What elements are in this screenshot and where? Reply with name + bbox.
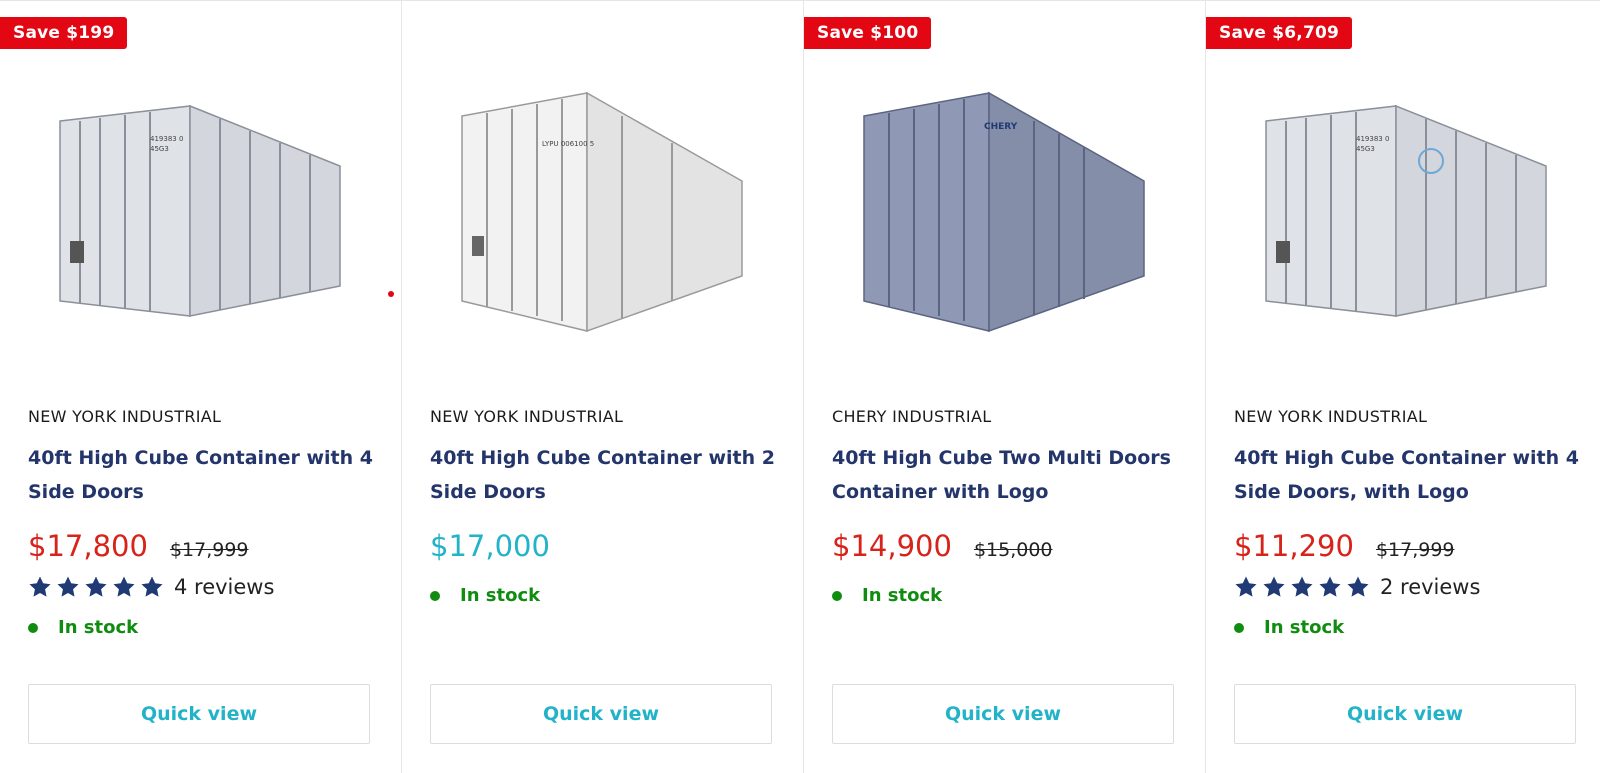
container-image: 419383 0 45G3 <box>1265 104 1547 317</box>
rating-stars <box>1234 575 1370 599</box>
star-icon <box>1235 576 1257 597</box>
container-image: 419383 0 45G3 <box>59 104 341 317</box>
save-badge: Save $199 <box>0 17 128 49</box>
product-image[interactable]: CHERY <box>844 71 1174 341</box>
star-icon <box>141 576 163 597</box>
quick-view-button[interactable]: Quick view <box>1234 684 1576 744</box>
quick-view-button[interactable]: Quick view <box>430 684 772 744</box>
product-vendor[interactable]: NEW YORK INDUSTRIAL <box>430 407 623 426</box>
stock-label: In stock <box>460 585 541 606</box>
product-title[interactable]: 40ft High Cube Container with 4 Side Doo… <box>28 441 378 509</box>
price-row: $17,000 <box>430 529 550 563</box>
star-icon <box>113 576 135 597</box>
product-title[interactable]: 40ft High Cube Container with 2 Side Doo… <box>430 441 780 509</box>
rating[interactable]: 4 reviews <box>28 575 274 599</box>
stock-label: In stock <box>58 617 139 638</box>
product-image[interactable]: LYPU 006100 5 <box>442 71 772 341</box>
product-card: LYPU 006100 5 NEW YORK INDUSTRIAL 40ft H… <box>402 1 804 773</box>
save-badge: Save $6,709 <box>1206 17 1353 49</box>
product-card: Save $6,709 419383 0 45G3 NEW YORK INDUS… <box>1206 1 1600 773</box>
product-title[interactable]: 40ft High Cube Container with 4 Side Doo… <box>1234 441 1584 509</box>
sale-price: $17,800 <box>28 529 148 563</box>
carousel-indicator-dot[interactable] <box>388 291 394 297</box>
price-row: $17,800 $17,999 <box>28 529 249 563</box>
compare-price: $15,000 <box>973 539 1053 561</box>
product-vendor[interactable]: CHERY INDUSTRIAL <box>832 407 991 426</box>
chery-logo-text: CHERY <box>984 122 1018 132</box>
rating-stars <box>28 575 164 599</box>
svg-text:LYPU 006100 5: LYPU 006100 5 <box>542 140 594 148</box>
sale-price: $11,290 <box>1234 529 1354 563</box>
svg-text:419383 0: 419383 0 <box>150 135 183 143</box>
stock-status: In stock <box>430 585 540 606</box>
product-vendor[interactable]: NEW YORK INDUSTRIAL <box>28 407 221 426</box>
svg-text:45G3: 45G3 <box>150 145 169 153</box>
product-card: Save $199 419383 0 45G3 NEW YORK INDUSTR… <box>0 1 402 773</box>
product-title[interactable]: 40ft High Cube Two Multi Doors Container… <box>832 441 1182 509</box>
star-icon <box>57 576 79 597</box>
star-icon <box>85 576 107 597</box>
stock-status: In stock <box>1234 617 1344 638</box>
reviews-count: 4 reviews <box>174 575 275 599</box>
save-badge: Save $100 <box>804 17 932 49</box>
product-grid: Save $199 419383 0 45G3 NEW YORK INDUSTR… <box>0 0 1600 773</box>
star-icon <box>1319 576 1341 597</box>
container-image: LYPU 006100 5 <box>461 91 743 333</box>
in-stock-dot-icon <box>28 622 38 633</box>
svg-text:419383 0: 419383 0 <box>1356 135 1389 143</box>
price-row: $11,290 $17,999 <box>1234 529 1455 563</box>
reviews-count: 2 reviews <box>1380 575 1481 599</box>
stock-label: In stock <box>862 585 943 606</box>
svg-text:45G3: 45G3 <box>1356 145 1375 153</box>
stock-status: In stock <box>28 617 138 638</box>
compare-price: $17,999 <box>169 539 249 561</box>
container-image: CHERY <box>863 91 1145 333</box>
compare-price: $17,999 <box>1375 539 1455 561</box>
in-stock-dot-icon <box>1234 622 1244 633</box>
sale-price: $14,900 <box>832 529 952 563</box>
rating[interactable]: 2 reviews <box>1234 575 1480 599</box>
star-icon <box>1347 576 1369 597</box>
stock-label: In stock <box>1264 617 1345 638</box>
price-row: $14,900 $15,000 <box>832 529 1053 563</box>
quick-view-button[interactable]: Quick view <box>832 684 1174 744</box>
product-image[interactable]: 419383 0 45G3 <box>1246 71 1576 341</box>
regular-price: $17,000 <box>430 529 550 563</box>
star-icon <box>1291 576 1313 597</box>
star-icon <box>1263 576 1285 597</box>
in-stock-dot-icon <box>832 590 842 601</box>
stock-status: In stock <box>832 585 942 606</box>
product-card: Save $100 CHERY CHERY INDUSTRIAL 40ft Hi… <box>804 1 1206 773</box>
product-vendor[interactable]: NEW YORK INDUSTRIAL <box>1234 407 1427 426</box>
product-image[interactable]: 419383 0 45G3 <box>40 71 370 341</box>
quick-view-button[interactable]: Quick view <box>28 684 370 744</box>
in-stock-dot-icon <box>430 590 440 601</box>
star-icon <box>29 576 51 597</box>
